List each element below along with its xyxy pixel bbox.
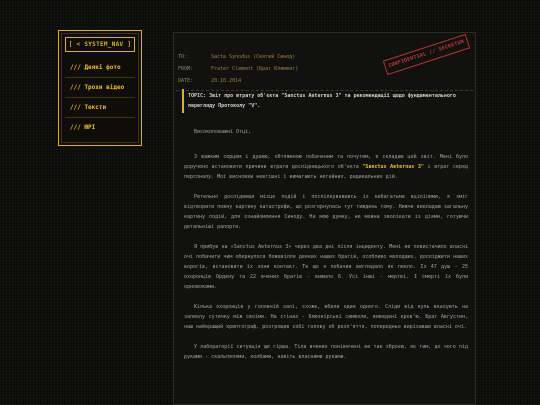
memo-paragraph-4: Кілька охоронців у головній залі, схоже,… <box>184 304 468 330</box>
nav-item-yuri[interactable]: /// ЮРІ <box>65 120 135 137</box>
document-panel: TO: Sacta Synodus (Святий Синод) FROM: Fra… <box>173 32 476 405</box>
memo-to-row: TO: Sacta Synodus (Святий Синод) <box>178 51 298 63</box>
memo-header: TO: Sacta Synodus (Святий Синод) FROM: Fra… <box>178 51 298 87</box>
memo-to-key: TO: <box>178 54 188 60</box>
memo-paragraph-2: Ретельно дослідивши місце подій і поспіл… <box>184 194 468 230</box>
system-nav-title[interactable]: [ < SYSTEM_NAV ] <box>65 37 135 52</box>
confidential-stamp: CONFIDENTIAL // SECRETUM <box>382 33 471 76</box>
memo-from-key: FROM: <box>178 66 194 72</box>
memo-to-value: Sacta Synodus (Святий Синод) <box>211 54 296 60</box>
memo-date-row: DATE: 20.10.2014 <box>178 75 298 87</box>
nav-item-texts[interactable]: /// Тексти <box>65 100 135 118</box>
memo-paragraph-3: Я прибув на «Sanctus Aeternus 3» через д… <box>184 244 468 290</box>
memo-date-value: 20.10.2014 <box>211 78 242 84</box>
nav-item-photos[interactable]: /// Деякі фото <box>65 60 135 78</box>
memo-paragraph-1: З важким серцем і душею, обтяженою побач… <box>184 152 468 182</box>
memo-from-value: Frater Clement (Брат Климент) <box>211 66 299 72</box>
memo-date-key: DATE: <box>178 78 194 84</box>
memo-body: Високоповажні Отці, З важким серцем і ду… <box>184 127 468 372</box>
memo-greeting: Високоповажні Отці, <box>194 129 252 135</box>
nav-item-videos[interactable]: /// Трохи відео <box>65 80 135 98</box>
memo-from-row: FROM: Frater Clement (Брат Климент) <box>178 63 298 75</box>
system-nav-panel: [ < SYSTEM_NAV ] /// Деякі фото /// Трох… <box>58 30 142 146</box>
memo-paragraph-5: У лабораторії ситуація ще гірша. Тіла вч… <box>184 344 468 360</box>
memo-topic: TOPIC: Звіт про втрату об'єкта "Sanctus … <box>182 89 470 113</box>
object-name-highlight: "Sanctus Aeternus 3" <box>362 164 424 170</box>
